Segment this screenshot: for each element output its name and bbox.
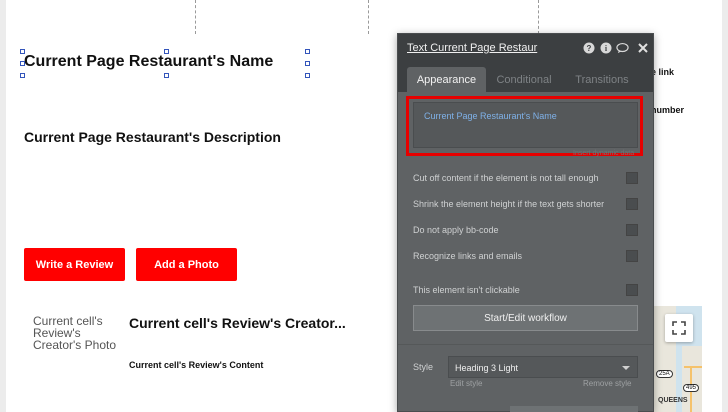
guide-line <box>195 0 196 34</box>
page-description-text-element[interactable]: Current Page Restaurant's Description <box>24 129 281 145</box>
option-label: This element isn't clickable <box>413 285 520 295</box>
panel-tabs: Appearance Conditional Transitions <box>398 64 653 92</box>
panel-bottom-control[interactable] <box>510 406 638 412</box>
resize-handle[interactable] <box>20 49 25 54</box>
add-photo-button[interactable]: Add a Photo <box>136 248 237 281</box>
resize-handle[interactable] <box>164 73 169 78</box>
option-checkbox[interactable] <box>626 172 638 184</box>
insert-dynamic-data-link[interactable]: Insert dynamic data <box>573 150 634 157</box>
option-cut-off-content[interactable]: Cut off content if the element is not ta… <box>413 172 638 186</box>
option-no-bb-code[interactable]: Do not apply bb-code <box>413 224 638 238</box>
panel-header[interactable]: Text Current Page Restaur ? i <box>398 34 653 64</box>
resize-handle[interactable] <box>305 49 310 54</box>
write-review-button[interactable]: Write a Review <box>24 248 125 281</box>
panel-title[interactable]: Text Current Page Restaur <box>407 42 547 54</box>
tab-appearance[interactable]: Appearance <box>407 67 486 92</box>
tab-transitions[interactable]: Transitions <box>566 67 638 92</box>
edit-style-link[interactable]: Edit style <box>450 379 482 388</box>
option-label: Cut off content if the element is not ta… <box>413 173 599 183</box>
option-label: Shrink the element height if the text ge… <box>413 199 605 209</box>
close-icon[interactable] <box>636 41 649 54</box>
remove-style-link[interactable]: Remove style <box>583 379 631 388</box>
option-checkbox[interactable] <box>626 250 638 262</box>
partially-hidden-number-text[interactable]: number <box>651 105 684 115</box>
option-not-clickable[interactable]: This element isn't clickable <box>413 284 638 298</box>
highlight-box <box>406 96 643 156</box>
style-dropdown[interactable]: Heading 3 Light <box>448 356 638 378</box>
resize-handle[interactable] <box>20 73 25 78</box>
guide-line <box>538 0 539 34</box>
info-icon[interactable]: i <box>599 41 612 54</box>
style-label: Style <box>413 362 434 372</box>
option-checkbox[interactable] <box>626 198 638 210</box>
map-label: QUEENS <box>658 397 688 404</box>
fullscreen-icon[interactable] <box>665 314 693 342</box>
page-title-text-element[interactable]: Current Page Restaurant's Name <box>24 53 273 71</box>
chevron-down-icon <box>622 366 630 370</box>
option-recognize-links[interactable]: Recognize links and emails <box>413 250 638 264</box>
tab-conditional[interactable]: Conditional <box>488 67 560 92</box>
svg-text:?: ? <box>586 44 591 53</box>
map-route-badge: 25A <box>656 370 673 378</box>
property-editor-panel[interactable]: Text Current Page Restaur ? i Appearance… <box>397 33 654 412</box>
map-road <box>684 366 702 368</box>
creator-photo-placeholder[interactable]: Current cell's Review's Creator's Photo <box>33 315 125 351</box>
help-icon[interactable]: ? <box>582 41 595 54</box>
panel-divider <box>398 344 653 345</box>
comment-icon[interactable] <box>616 41 629 54</box>
map-route-badge: 495 <box>683 384 700 392</box>
option-checkbox[interactable] <box>626 284 638 296</box>
review-content-text[interactable]: Current cell's Review's Content <box>129 360 263 370</box>
option-label: Recognize links and emails <box>413 251 523 261</box>
option-shrink-height[interactable]: Shrink the element height if the text ge… <box>413 198 638 212</box>
resize-handle[interactable] <box>305 73 310 78</box>
resize-handle[interactable] <box>20 61 25 66</box>
option-checkbox[interactable] <box>626 224 638 236</box>
style-selected-value: Heading 3 Light <box>455 363 519 373</box>
partially-hidden-link-text[interactable]: e link <box>651 67 674 77</box>
guide-line <box>368 0 369 34</box>
option-label: Do not apply bb-code <box>413 225 499 235</box>
resize-handle[interactable] <box>164 49 169 54</box>
review-creator-name-text[interactable]: Current cell's Review's Creator... <box>129 315 346 331</box>
start-edit-workflow-button[interactable]: Start/Edit workflow <box>413 305 638 331</box>
resize-handle[interactable] <box>305 61 310 66</box>
